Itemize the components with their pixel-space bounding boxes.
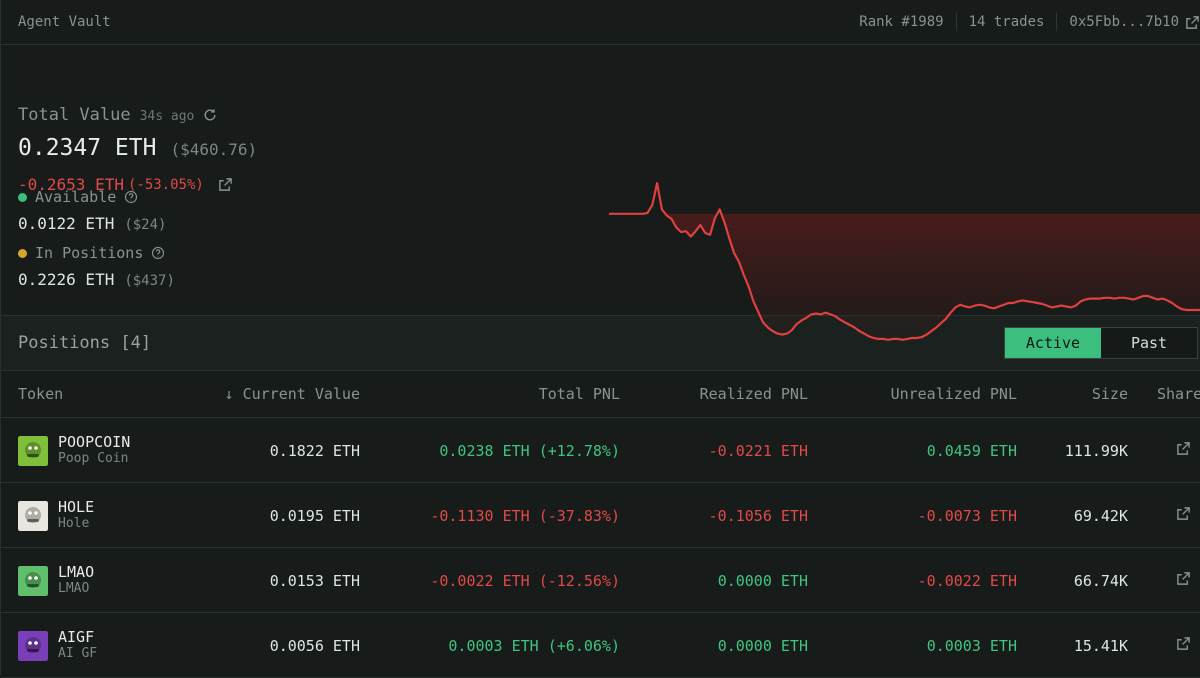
size-cell: 66.74K bbox=[1073, 572, 1128, 590]
available-eth: 0.0122 ETH bbox=[18, 214, 115, 233]
chart-loss-area bbox=[666, 209, 1200, 340]
token-name: Poop Coin bbox=[58, 451, 129, 466]
in-positions-usd: ($437) bbox=[124, 273, 175, 289]
share-icon[interactable] bbox=[1176, 571, 1191, 586]
available-dot bbox=[18, 192, 27, 202]
in-positions-dot bbox=[18, 248, 27, 258]
help-icon[interactable] bbox=[151, 246, 165, 260]
total-value-label: Total Value bbox=[18, 105, 131, 125]
current-value-cell: 0.0195 ETH bbox=[269, 507, 360, 525]
table-row[interactable]: LMAO LMAO 0.0153 ETH -0.0022 ETH (-12.56%) 0… bbox=[1, 548, 1200, 613]
in-positions-label-row: In Positions bbox=[18, 244, 165, 262]
in-positions-label: In Positions bbox=[35, 244, 144, 262]
sort-desc-icon: ↓ bbox=[224, 385, 234, 403]
token-cell[interactable]: AIGF AI GF bbox=[18, 629, 97, 662]
token-cell[interactable]: HOLE Hole bbox=[18, 499, 94, 532]
share-icon[interactable] bbox=[1176, 441, 1191, 456]
token-symbol: HOLE bbox=[58, 498, 95, 516]
positions-table-body: POOPCOIN Poop Coin 0.1822 ETH 0.0238 ETH (+… bbox=[1, 418, 1200, 678]
total-pnl-cell: 0.0238 ETH (+12.78%) bbox=[439, 442, 620, 460]
column-total-pnl[interactable]: Total PNL bbox=[539, 385, 620, 403]
token-cell[interactable]: POOPCOIN Poop Coin bbox=[18, 434, 130, 467]
available-label: Available bbox=[35, 188, 117, 206]
unrealized-pnl-cell: 0.0003 ETH bbox=[926, 637, 1017, 655]
total-pnl-cell: 0.0003 ETH (+6.06%) bbox=[448, 637, 620, 655]
realized-pnl-cell: 0.0000 ETH bbox=[717, 572, 808, 590]
lmao-token-icon bbox=[18, 565, 48, 596]
column-token[interactable]: Token bbox=[18, 385, 63, 403]
panel-title: Agent Vault bbox=[18, 14, 111, 30]
external-link-icon[interactable] bbox=[218, 177, 233, 192]
column-share: Share bbox=[1157, 385, 1200, 403]
total-value-usd: ($460.76) bbox=[170, 140, 258, 159]
external-link-icon[interactable] bbox=[1185, 15, 1200, 30]
share-icon[interactable] bbox=[1176, 636, 1191, 651]
column-realized-pnl[interactable]: Realized PNL bbox=[700, 385, 808, 403]
unrealized-pnl-cell: -0.0022 ETH bbox=[917, 572, 1017, 590]
vault-summary: Total Value 34s ago 0.2347 ETH ($460.76)… bbox=[1, 45, 1200, 341]
table-row[interactable]: POOPCOIN Poop Coin 0.1822 ETH 0.0238 ETH (+… bbox=[1, 418, 1200, 483]
total-pnl-cell: -0.0022 ETH (-12.56%) bbox=[430, 572, 620, 590]
token-text: LMAO LMAO bbox=[58, 564, 94, 597]
positions-table-header: Token ↓ Current Value Total PNL Realized… bbox=[1, 371, 1200, 418]
hole-token-icon bbox=[18, 500, 48, 531]
wallet-address: 0x5Fbb...7b10 bbox=[1069, 14, 1179, 30]
column-unrealized-pnl[interactable]: Unrealized PNL bbox=[891, 385, 1017, 403]
unrealized-pnl-cell: 0.0459 ETH bbox=[926, 442, 1017, 460]
realized-pnl-cell: -0.1056 ETH bbox=[708, 507, 808, 525]
rank-label: Rank #1989 bbox=[859, 14, 944, 30]
total-value-eth: 0.2347 ETH bbox=[18, 135, 157, 161]
token-text: HOLE Hole bbox=[58, 499, 94, 532]
aigf-token-icon bbox=[18, 630, 48, 661]
value-history-chart bbox=[609, 182, 1200, 341]
poopcoin-token-icon bbox=[18, 435, 48, 466]
total-value-header: Total Value 34s ago bbox=[18, 105, 217, 125]
vault-meta: Rank #1989 14 trades 0x5Fbb...7b10 bbox=[847, 13, 1200, 31]
top-bar: Agent Vault Rank #1989 14 trades 0x5Fbb.… bbox=[1, 0, 1200, 45]
share-icon[interactable] bbox=[1176, 506, 1191, 521]
token-name: Hole bbox=[58, 516, 90, 531]
column-current-value[interactable]: ↓ Current Value bbox=[225, 385, 360, 403]
positions-title: Positions [4] bbox=[18, 333, 152, 353]
realized-pnl-cell: 0.0000 ETH bbox=[717, 637, 808, 655]
total-value: 0.2347 ETH ($460.76) bbox=[18, 135, 257, 161]
table-row[interactable]: AIGF AI GF 0.0056 ETH 0.0003 ETH (+6.06%) 0.… bbox=[1, 613, 1200, 678]
token-text: AIGF AI GF bbox=[58, 629, 97, 662]
column-size[interactable]: Size bbox=[1092, 385, 1128, 403]
help-icon[interactable] bbox=[124, 190, 138, 204]
token-text: POOPCOIN Poop Coin bbox=[58, 434, 130, 467]
token-cell[interactable]: LMAO LMAO bbox=[18, 564, 94, 597]
size-cell: 15.41K bbox=[1073, 637, 1128, 655]
current-value-cell: 0.0153 ETH bbox=[269, 572, 360, 590]
agent-vault-panel: Agent Vault Rank #1989 14 trades 0x5Fbb.… bbox=[0, 0, 1200, 678]
token-name: AI GF bbox=[58, 646, 98, 661]
current-value-cell: 0.1822 ETH bbox=[269, 442, 360, 460]
in-positions-value: 0.2226 ETH ($437) bbox=[18, 270, 175, 289]
refresh-icon[interactable] bbox=[203, 108, 217, 122]
size-cell: 69.42K bbox=[1073, 507, 1128, 525]
unrealized-pnl-cell: -0.0073 ETH bbox=[917, 507, 1017, 525]
size-cell: 111.99K bbox=[1064, 442, 1128, 460]
pnl-percent: (-53.05%) bbox=[127, 176, 204, 193]
available-usd: ($24) bbox=[124, 217, 167, 233]
realized-pnl-cell: -0.0221 ETH bbox=[708, 442, 808, 460]
in-positions-eth: 0.2226 ETH bbox=[18, 270, 115, 289]
token-symbol: AIGF bbox=[58, 628, 95, 646]
available-label-row: Available bbox=[18, 188, 138, 206]
token-symbol: POOPCOIN bbox=[58, 433, 131, 451]
last-updated: 34s ago bbox=[139, 109, 195, 124]
wallet-address-link[interactable]: 0x5Fbb...7b10 bbox=[1057, 14, 1200, 30]
token-name: LMAO bbox=[58, 581, 90, 596]
token-symbol: LMAO bbox=[58, 563, 95, 581]
total-pnl-cell: -0.1130 ETH (-37.83%) bbox=[430, 507, 620, 525]
table-row[interactable]: HOLE Hole 0.0195 ETH -0.1130 ETH (-37.83%) -… bbox=[1, 483, 1200, 548]
current-value-cell: 0.0056 ETH bbox=[269, 637, 360, 655]
column-current-value-label: Current Value bbox=[242, 385, 360, 403]
available-value: 0.0122 ETH ($24) bbox=[18, 214, 166, 233]
trades-count: 14 trades bbox=[968, 14, 1045, 30]
